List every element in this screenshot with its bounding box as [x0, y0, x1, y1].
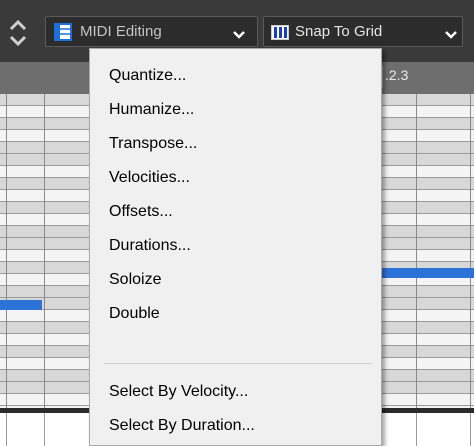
menu-item-label: Quantize...: [109, 67, 187, 84]
menu-separator: [104, 363, 372, 364]
grid-beat-line: [416, 94, 417, 408]
grid-beat-line: [416, 413, 417, 446]
menu-item-humanize[interactable]: Humanize...: [90, 93, 381, 127]
ruler-tick: [382, 66, 383, 88]
chevron-down-icon: [232, 27, 246, 44]
menu-item-label: Humanize...: [109, 101, 195, 118]
menu-item-label: Select By Velocity...: [109, 383, 249, 400]
snap-grid-icon: [271, 25, 289, 44]
menu-item-transpose[interactable]: Transpose...: [90, 127, 381, 161]
menu-item-label: Velocities...: [109, 169, 190, 186]
midi-editing-menu: Quantize... Humanize... Transpose... Vel…: [89, 48, 382, 446]
grid-beat-line: [470, 94, 471, 408]
up-down-arrows-icon[interactable]: [7, 18, 29, 48]
grid-beat-line: [6, 413, 7, 446]
menu-item-double[interactable]: Double: [90, 297, 381, 331]
menu-item-durations[interactable]: Durations...: [90, 229, 381, 263]
menu-item-label: Double: [109, 305, 160, 322]
snap-dropdown[interactable]: Snap To Grid: [263, 16, 463, 47]
menu-item-soloize[interactable]: Soloize: [90, 263, 381, 297]
grid-beat-line: [6, 94, 7, 408]
tool-dropdown-label: MIDI Editing: [80, 23, 162, 40]
menu-item-label: Offsets...: [109, 203, 173, 220]
grid-beat-line: [44, 413, 45, 446]
ruler-label: .2.3: [385, 67, 409, 83]
midi-note[interactable]: [0, 300, 42, 310]
menu-item-velocities[interactable]: Velocities...: [90, 161, 381, 195]
chevron-down-icon: [444, 27, 458, 44]
grid-beat-line: [44, 94, 45, 408]
menu-item-label: Soloize: [109, 271, 162, 288]
menu-item-label: Select By Duration...: [109, 417, 255, 434]
menu-item-quantize[interactable]: Quantize...: [90, 59, 381, 93]
midi-editing-icon: [54, 23, 72, 45]
menu-item-offsets[interactable]: Offsets...: [90, 195, 381, 229]
midi-note[interactable]: [382, 268, 474, 278]
menu-item-select-by-duration[interactable]: Select By Duration...: [90, 409, 381, 443]
menu-item-label: Transpose...: [109, 135, 198, 152]
menu-item-label: Durations...: [109, 237, 191, 254]
grid-beat-line: [470, 413, 471, 446]
tool-dropdown[interactable]: MIDI Editing: [45, 16, 258, 47]
menu-item-select-by-velocity[interactable]: Select By Velocity...: [90, 375, 381, 409]
snap-dropdown-label: Snap To Grid: [295, 23, 383, 40]
